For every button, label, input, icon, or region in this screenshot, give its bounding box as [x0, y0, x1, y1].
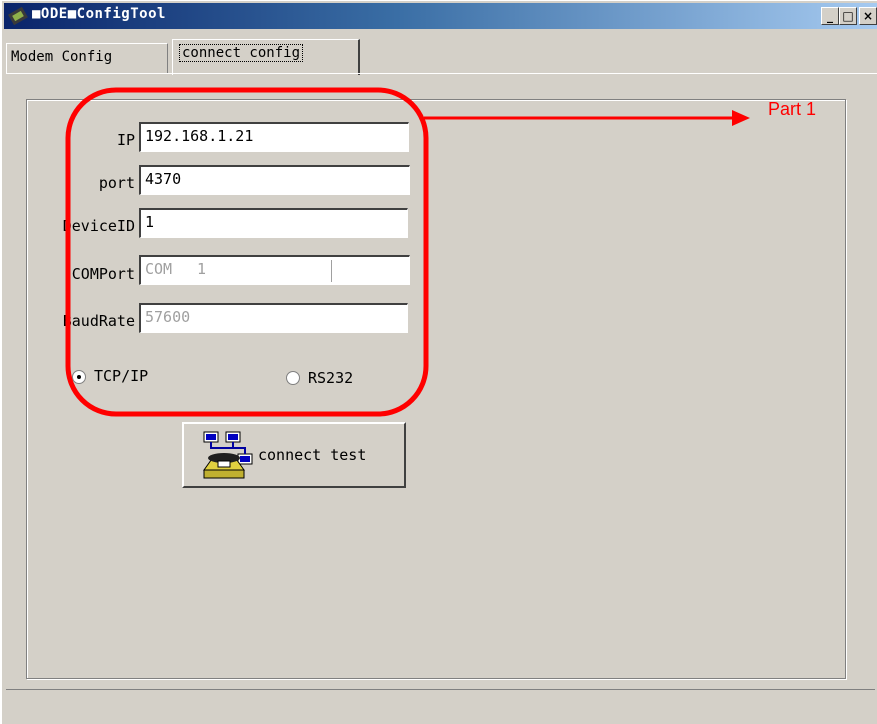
part1-annotation-label: Part 1	[768, 99, 817, 119]
annotation-overlay	[65, 87, 750, 417]
part1-highlight-box	[65, 87, 429, 417]
part1-arrow-head	[732, 110, 750, 126]
